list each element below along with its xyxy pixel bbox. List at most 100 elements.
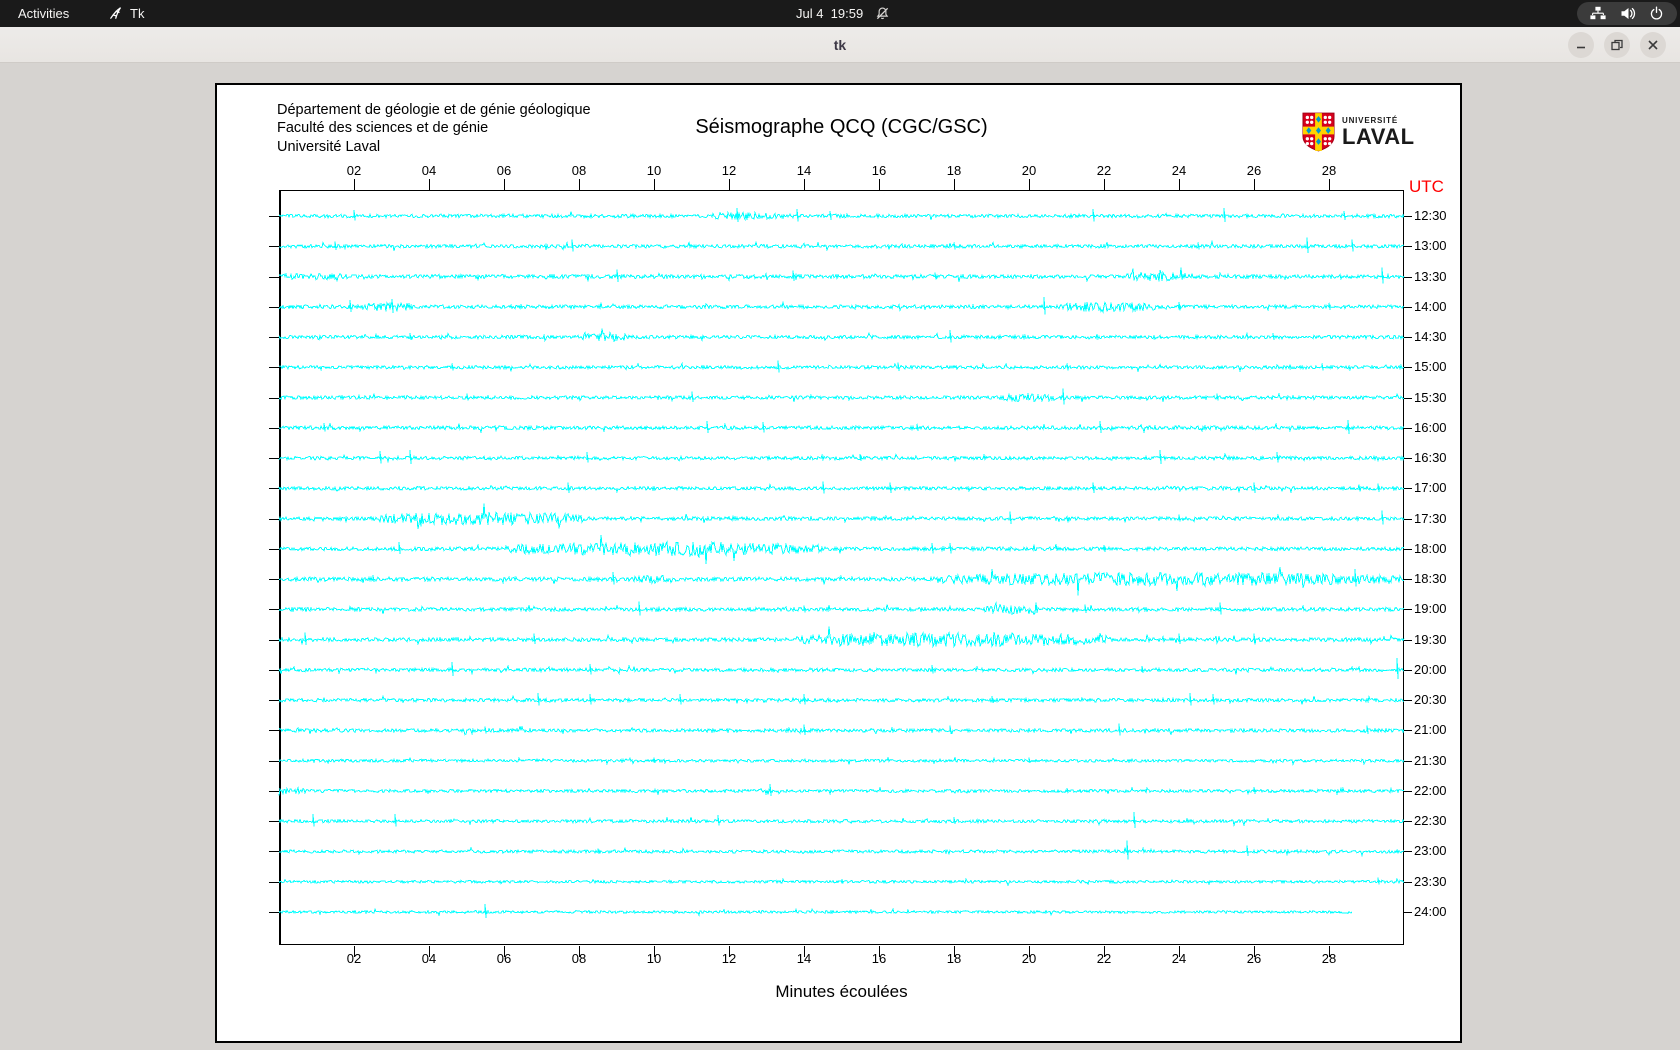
row-tick-right	[1404, 458, 1412, 460]
row-tick-left	[269, 548, 279, 550]
notifications-disabled-icon	[876, 7, 889, 20]
row-tick-right	[1404, 669, 1412, 671]
x-tick-label-bottom: 26	[1246, 951, 1262, 966]
close-button[interactable]	[1640, 32, 1666, 58]
seismo-spike	[934, 272, 937, 280]
row-tick-left	[269, 911, 279, 913]
row-tick-right	[1404, 246, 1412, 248]
seismo-trace-row	[278, 267, 1405, 283]
x-tick-label-bottom: 02	[346, 951, 362, 966]
seismo-spike	[334, 241, 337, 251]
minimize-button[interactable]	[1568, 32, 1594, 58]
x-tick-top	[1329, 179, 1330, 190]
seismo-spike	[1189, 693, 1192, 706]
focused-app-menu[interactable]: Tk	[102, 0, 150, 27]
seismo-spike	[1366, 725, 1369, 735]
x-tick-label-top: 18	[946, 163, 962, 178]
row-tick-left	[269, 367, 279, 369]
gnome-top-bar: Activities Tk Jul 4 19:59	[0, 0, 1680, 27]
x-tick-label-top: 02	[346, 163, 362, 178]
row-utc-label: 17:00	[1414, 480, 1447, 496]
seismo-spike	[762, 421, 765, 433]
seismo-spike	[1084, 604, 1087, 614]
seismo-spike	[304, 632, 307, 645]
row-utc-label: 23:30	[1414, 873, 1447, 889]
row-utc-label: 22:30	[1414, 813, 1447, 829]
x-tick-bottom	[504, 946, 505, 957]
row-tick-left	[269, 427, 279, 429]
restore-icon	[1611, 39, 1623, 51]
seismo-trace-row	[278, 210, 1405, 222]
seismo-spike	[949, 725, 952, 735]
activities-button[interactable]: Activities	[12, 0, 75, 27]
row-tick-right	[1404, 337, 1412, 339]
seismo-spike	[1223, 207, 1226, 223]
x-axis-label: Minutes écoulées	[775, 982, 908, 1001]
x-tick-label-top: 10	[646, 163, 662, 178]
row-tick-left	[269, 246, 279, 248]
row-tick-left	[269, 337, 279, 339]
laval-shield-icon	[1302, 112, 1335, 152]
row-tick-left	[269, 760, 279, 762]
x-tick-label-top: 12	[721, 163, 737, 178]
seismo-spike	[571, 239, 574, 252]
x-tick-bottom	[429, 946, 430, 957]
row-tick-left	[269, 700, 279, 702]
seismo-spike	[1377, 877, 1380, 885]
x-tick-top	[579, 179, 580, 190]
minimize-icon	[1577, 46, 1585, 49]
seismo-spike	[379, 451, 382, 464]
row-tick-right	[1404, 911, 1412, 913]
seismo-spike	[897, 362, 900, 372]
row-utc-label: 19:30	[1414, 631, 1447, 647]
seismo-trace-row	[278, 239, 1405, 252]
row-tick-right	[1404, 790, 1412, 792]
seismo-traces	[278, 207, 1405, 919]
seismo-spike	[991, 696, 994, 704]
seismo-spike	[1066, 363, 1069, 371]
system-status-menu[interactable]	[1577, 2, 1677, 25]
seismo-spike	[1062, 388, 1065, 405]
seismo-spike	[953, 817, 956, 825]
seismo-trace-row	[278, 567, 1405, 596]
network-wired-icon	[1590, 6, 1606, 20]
seismo-spike	[1197, 242, 1200, 250]
x-tick-label-bottom: 10	[646, 951, 662, 966]
row-tick-left	[269, 609, 279, 611]
seismo-spike	[1253, 633, 1256, 645]
x-tick-label-bottom: 08	[571, 951, 587, 966]
universite-laval-logo: UNIVERSITÉ LAVAL	[1302, 112, 1415, 152]
seismo-trace-row	[278, 328, 1405, 343]
seismo-spike	[1118, 723, 1121, 736]
seismo-spike	[1343, 210, 1346, 220]
seismo-spike	[638, 601, 641, 616]
x-tick-bottom	[804, 946, 805, 957]
window-titlebar[interactable]: tk	[0, 27, 1680, 63]
restore-button[interactable]	[1604, 32, 1630, 58]
clock-menu[interactable]: Jul 4 19:59	[796, 0, 890, 27]
row-tick-left	[269, 306, 279, 308]
seismo-spike	[1321, 363, 1324, 371]
seismo-spike	[1396, 657, 1399, 679]
seismo-trace-row	[278, 422, 1405, 434]
seismo-spike	[822, 481, 825, 494]
institution-line: Université Laval	[277, 138, 381, 155]
seismo-spike	[398, 541, 401, 555]
seismo-spike	[1043, 296, 1046, 315]
seismo-spike	[353, 209, 356, 221]
row-utc-label: 20:30	[1414, 692, 1447, 708]
x-tick-label-bottom: 20	[1021, 951, 1037, 966]
seismo-spike	[1009, 511, 1012, 524]
seismo-trace-row	[278, 907, 1353, 917]
x-tick-label-bottom: 24	[1171, 951, 1187, 966]
seismo-spike	[484, 726, 487, 734]
seismo-spike	[312, 814, 315, 827]
x-tick-label-bottom: 12	[721, 951, 737, 966]
x-tick-bottom	[879, 946, 880, 957]
seismo-spike	[589, 694, 592, 705]
seismo-spike	[589, 663, 592, 675]
seismo-spike	[1219, 602, 1222, 615]
seismo-trace-row	[278, 392, 1405, 403]
seismo-spike	[1354, 569, 1357, 587]
seismo-spike	[1306, 237, 1309, 254]
